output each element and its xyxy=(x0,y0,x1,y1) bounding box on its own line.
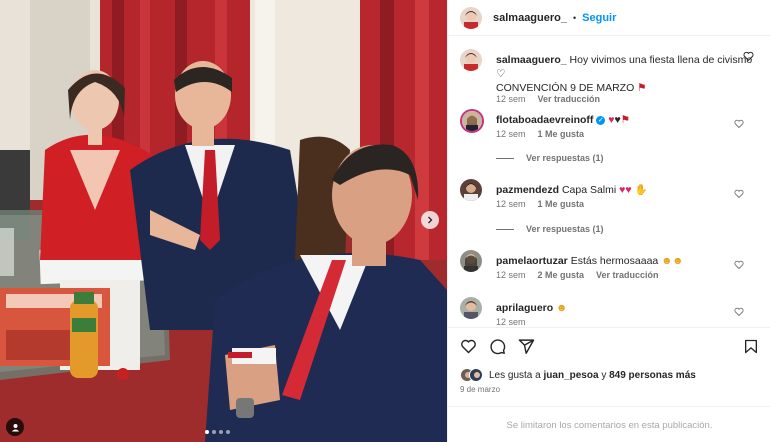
caption-username[interactable]: salmaaguero_ xyxy=(496,54,567,66)
heart-eyes-emoji-icon: ☻☻ xyxy=(661,255,684,267)
comment-bubble-icon[interactable] xyxy=(489,338,506,355)
flag-emoji-icon: ⚑ xyxy=(637,82,647,94)
next-slide-button[interactable] xyxy=(421,211,439,229)
verified-badge-icon: ✓ xyxy=(596,115,606,125)
comments-limited-notice: Se limitaron los comentarios en esta pub… xyxy=(448,406,770,442)
avatar[interactable] xyxy=(460,179,482,201)
comment-text: flotaboadaevreinoff ✓ ♥♥⚑ xyxy=(496,113,760,127)
likes-user[interactable]: juan_pesoa xyxy=(544,370,599,381)
action-bar xyxy=(460,338,535,355)
comment-username[interactable]: pamelaortuzar xyxy=(496,255,568,267)
avatar xyxy=(469,368,483,382)
translate-link[interactable]: Ver traducción xyxy=(596,270,659,280)
avatar[interactable] xyxy=(460,250,482,272)
flag-emoji-icon: ⚑ xyxy=(620,114,631,126)
slide-dot xyxy=(219,430,223,434)
likes-summary[interactable]: Les gusta a juan_pesoa y 849 personas má… xyxy=(460,368,696,382)
comment-likes[interactable]: 1 Me gusta xyxy=(538,129,585,139)
avatar[interactable] xyxy=(460,109,484,133)
like-heart-icon[interactable] xyxy=(460,338,477,355)
comment-likes[interactable]: 1 Me gusta xyxy=(538,199,585,209)
slide-dot xyxy=(205,430,209,434)
user-icon xyxy=(11,423,19,431)
white-heart-icon: ♡ xyxy=(496,68,506,80)
post-side-panel: salmaaguero_ • Seguir salmaaguero_ Hoy v… xyxy=(447,0,770,442)
bookmark-icon[interactable] xyxy=(743,338,759,355)
likes-count[interactable]: 849 personas más xyxy=(609,370,696,381)
like-comment-heart-icon[interactable] xyxy=(734,119,744,129)
caption-time: 12 sem xyxy=(496,94,526,104)
share-paper-plane-icon[interactable] xyxy=(518,338,535,355)
heart-eyes-emoji-icon: ☻ xyxy=(556,302,568,314)
comment-time: 12 sem xyxy=(496,129,526,139)
view-replies-button[interactable]: Ver respuestas (1) xyxy=(496,153,604,163)
post-header: salmaaguero_ • Seguir xyxy=(448,0,770,36)
comment-text: pamelaortuzar Estás hermosaaaa ☻☻ xyxy=(496,254,760,268)
header-username[interactable]: salmaaguero_ xyxy=(493,12,567,24)
red-heart-icon: ♥♥ xyxy=(619,184,632,196)
comment-meta: 12 sem 1 Me gusta xyxy=(496,199,584,209)
caption-meta: 12 sem Ver traducción xyxy=(496,94,600,104)
likers-avatars xyxy=(460,368,483,382)
comment-meta: 12 sem 2 Me gusta Ver traducción xyxy=(496,270,659,280)
clap-emoji-icon: ✋ xyxy=(634,184,648,196)
post-date: 9 de marzo xyxy=(460,385,501,394)
header-separator: • xyxy=(572,12,577,23)
avatar[interactable] xyxy=(460,297,482,319)
caption-line1: Hoy vivimos una fiesta llena de civismo xyxy=(569,54,753,66)
comment-meta: 12 sem xyxy=(496,317,526,327)
avatar[interactable] xyxy=(460,49,482,71)
translate-link[interactable]: Ver traducción xyxy=(538,94,601,104)
comment-username[interactable]: pazmendezd xyxy=(496,184,559,196)
like-comment-heart-icon[interactable] xyxy=(734,189,744,199)
comment-username[interactable]: flotaboadaevreinoff xyxy=(496,114,593,126)
comment-meta: 12 sem 1 Me gusta xyxy=(496,129,584,139)
like-comment-heart-icon[interactable] xyxy=(734,307,744,317)
comment-content: Capa Salmi xyxy=(561,184,617,196)
caption-line2: CONVENCIÓN 9 DE MARZO xyxy=(496,82,635,94)
like-comment-heart-icon[interactable] xyxy=(734,260,744,270)
follow-button[interactable]: Seguir xyxy=(582,12,616,24)
caption-text: salmaaguero_ Hoy vivimos una fiesta llen… xyxy=(496,53,760,95)
view-replies-label: Ver respuestas (1) xyxy=(526,224,604,234)
slide-dot xyxy=(212,430,216,434)
tagged-users-button[interactable] xyxy=(6,418,24,436)
replies-divider xyxy=(496,157,514,159)
likes-and: y xyxy=(601,369,607,381)
post-actions: Les gusta a juan_pesoa y 849 personas má… xyxy=(448,327,770,437)
photo-illustration xyxy=(0,0,447,442)
view-replies-button[interactable]: Ver respuestas (1) xyxy=(496,224,604,234)
replies-divider xyxy=(496,228,514,230)
comment-content: Estás hermosaaaa xyxy=(570,255,659,267)
comment-likes[interactable]: 2 Me gusta xyxy=(538,270,585,280)
avatar[interactable] xyxy=(460,6,482,29)
view-replies-label: Ver respuestas (1) xyxy=(526,153,604,163)
like-caption-heart-icon[interactable] xyxy=(743,51,754,62)
comments-list: salmaaguero_ Hoy vivimos una fiesta llen… xyxy=(448,37,770,327)
slide-dot xyxy=(226,430,230,434)
post-photo[interactable] xyxy=(0,0,447,442)
comment-time: 12 sem xyxy=(496,317,526,327)
comment-time: 12 sem xyxy=(496,270,526,280)
comment-text: aprilaguero ☻ xyxy=(496,301,760,315)
comment-time: 12 sem xyxy=(496,199,526,209)
chevron-right-icon xyxy=(428,216,433,224)
comment-text: pazmendezd Capa Salmi ♥♥ ✋ xyxy=(496,183,760,197)
likes-prefix: Les gusta a xyxy=(489,369,541,381)
slide-indicator xyxy=(205,430,230,434)
comment-username[interactable]: aprilaguero xyxy=(496,302,553,314)
